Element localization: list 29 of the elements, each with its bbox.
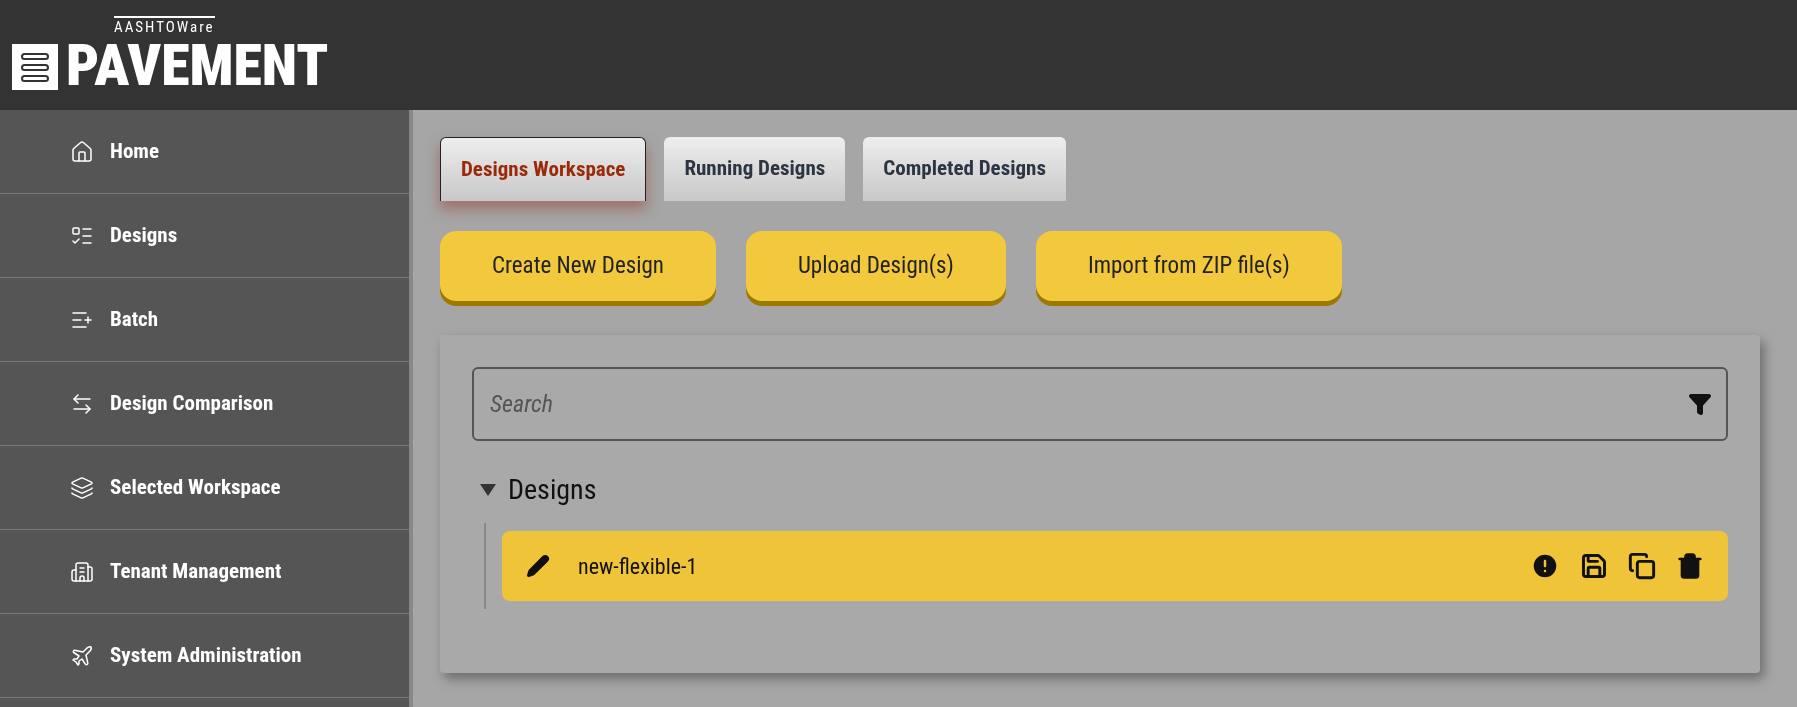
sidebar-item[interactable]: Batch (0, 278, 409, 362)
sidebar-item[interactable]: Selected Workspace (0, 446, 409, 530)
copy-icon[interactable] (1628, 552, 1656, 580)
home-icon (70, 139, 94, 164)
pencil-icon[interactable] (526, 554, 550, 578)
tab[interactable]: Designs Workspace (440, 137, 647, 201)
sidebar-item[interactable]: Home (0, 110, 409, 194)
airplane-icon (70, 643, 94, 668)
search-field[interactable]: Search (472, 367, 1728, 441)
design-name: new-flexible-1 (578, 552, 699, 581)
filter-icon[interactable] (1688, 392, 1712, 416)
sidebar-item[interactable]: Tenant Management (0, 530, 409, 614)
compare-icon (70, 391, 94, 416)
product-name: PAVEMENT (66, 36, 329, 95)
expand-triangle-icon[interactable] (480, 484, 496, 496)
logo-icon (12, 44, 58, 90)
tab[interactable]: Completed Designs (863, 137, 1066, 201)
tab[interactable]: Running Designs (664, 137, 846, 201)
save-icon[interactable] (1580, 552, 1608, 580)
trash-icon[interactable] (1676, 552, 1704, 580)
brand-name: AASHTOWare (114, 15, 215, 37)
building-icon (70, 559, 94, 584)
sidebar-item[interactable]: System Administration (0, 614, 409, 698)
sidebar-item[interactable]: Designs (0, 194, 409, 278)
design-row[interactable]: new-flexible-1 (502, 531, 1728, 601)
stack-icon (70, 475, 94, 500)
alert-icon[interactable] (1530, 551, 1560, 581)
tree-heading[interactable]: Designs (508, 469, 597, 511)
sidebar-item[interactable]: Design Comparison (0, 362, 409, 446)
